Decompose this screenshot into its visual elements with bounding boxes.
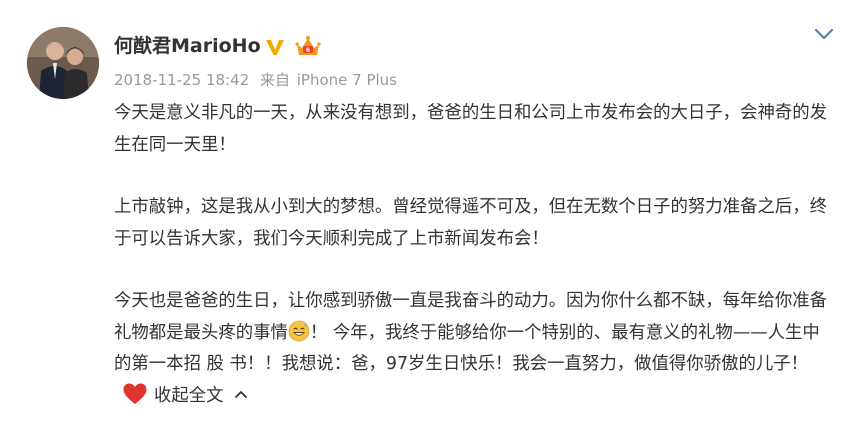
post-meta: 2018-11-25 18:42 来自 iPhone 7 Plus [114,69,397,91]
post-paragraph-3: 今天也是爸爸的生日，让你感到骄傲一直是我奋斗的动力。因为你什么都不缺，每年给你准… [114,286,834,412]
collapse-full-text-link[interactable]: 收起全文 [154,386,224,406]
vip-member-icon[interactable]: 6 [295,35,321,59]
post-timestamp[interactable]: 2018-11-25 18:42 [114,71,249,89]
avatar[interactable] [27,27,99,99]
post-source-device[interactable]: iPhone 7 Plus [297,71,397,89]
avatar-image [27,27,99,99]
svg-text:6: 6 [306,47,310,54]
red-heart-icon [123,383,147,404]
post-paragraph-2: 上市敲钟，这是我从小到大的梦想。曾经觉得遥不可及，但在无数个日子的努力准备之后，… [114,197,828,249]
post-paragraph-1: 今天是意义非凡的一天，从来没有想到，爸爸的生日和公司上市发布会的大日子，会神奇的… [114,103,828,155]
verified-v-icon [266,40,284,55]
chevron-up-icon[interactable] [234,389,248,399]
username[interactable]: 何猷君MarioHo [114,32,261,60]
post-source-prefix: 来自 [259,71,290,89]
chevron-down-icon[interactable] [810,24,838,44]
weibo-post: 何猷君MarioHo 6 2018-11-25 18:42 来自 iPhone … [0,0,864,424]
sweat-smile-emoji-icon [288,320,310,341]
post-content: 今天是意义非凡的一天，从来没有想到，爸爸的生日和公司上市发布会的大日子，会神奇的… [114,98,834,412]
